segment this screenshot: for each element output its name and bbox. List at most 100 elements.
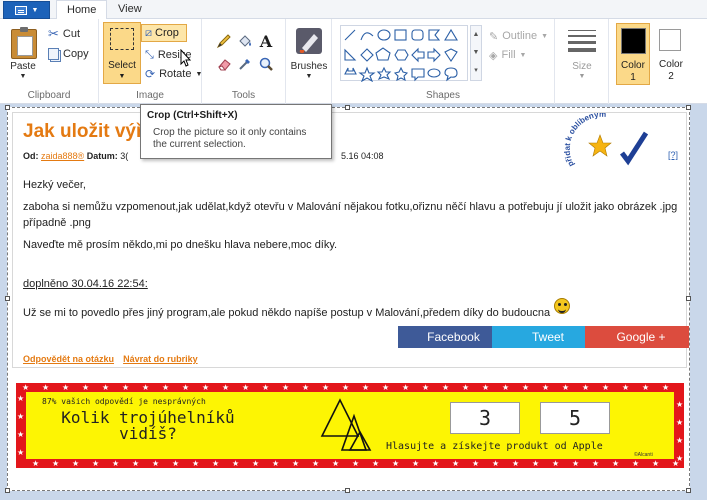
shapes-gallery-icons — [344, 28, 458, 82]
banner-star: ★ — [242, 383, 250, 392]
select-marquee-icon — [110, 28, 134, 50]
banner-star: ★ — [532, 459, 540, 468]
ribbon: Paste ▼ ✂ Cut Copy Clipboard Image Selec… — [0, 19, 707, 104]
banner-star: ★ — [262, 383, 270, 392]
canvas-resize-handle-left[interactable] — [5, 296, 10, 301]
size-group: Size ▼ — [555, 19, 609, 104]
post-meta: Od: zaida888® Datum: 3( — [23, 151, 128, 161]
outline-button[interactable]: ✎ Outline ▼ — [489, 27, 548, 45]
canvas-resize-handle-br[interactable] — [686, 488, 691, 493]
banner-star: ★ — [676, 454, 684, 463]
ad-answer-3: 3 — [450, 402, 520, 434]
banner-star: ★ — [232, 459, 240, 468]
paste-button[interactable]: Paste ▼ — [3, 23, 43, 83]
text-tool-icon[interactable]: A — [256, 31, 276, 51]
banner-star: ★ — [17, 448, 25, 457]
banner-star: ★ — [542, 383, 550, 392]
magnifier-icon[interactable] — [256, 54, 276, 74]
image-canvas[interactable]: Jak uložit výř Od: zaida888® Datum: 3( 5… — [7, 107, 690, 491]
banner-star: ★ — [62, 383, 70, 392]
banner-star: ★ — [17, 394, 25, 403]
copy-label: Copy — [63, 48, 89, 60]
banner-star: ★ — [612, 459, 620, 468]
favorite-badge: přidat k oblíbeným — [563, 113, 649, 168]
canvas-resize-handle-tl[interactable] — [5, 105, 10, 110]
star-icon — [588, 134, 612, 157]
greeting-text: Hezký večer, — [23, 179, 86, 191]
banner-star: ★ — [17, 412, 25, 421]
ad-banner-inner: 87% vašich odpovědí je nesprávných Kolik… — [26, 392, 674, 459]
tab-home[interactable]: Home — [56, 0, 108, 20]
copy-button[interactable]: Copy — [48, 45, 89, 63]
banner-star: ★ — [102, 383, 110, 392]
chevron-down-icon: ▼ — [578, 73, 586, 80]
banner-star: ★ — [272, 459, 280, 468]
fill-button[interactable]: ◈ Fill ▼ — [489, 46, 526, 64]
clipboard-group-label: Clipboard — [27, 90, 71, 101]
banner-star: ★ — [382, 383, 390, 392]
banner-star: ★ — [442, 383, 450, 392]
canvas-resize-handle-bottom[interactable] — [345, 488, 350, 493]
banner-star: ★ — [492, 459, 500, 468]
ad-answer-5: 5 — [540, 402, 610, 434]
canvas-resize-handle-top[interactable] — [345, 105, 350, 110]
canvas-resize-handle-bl[interactable] — [5, 488, 10, 493]
shapes-gallery-scroll[interactable]: ▲ ▼ ▾ — [470, 25, 482, 81]
ribbon-tab-bar: ▼ Home View — [0, 0, 707, 20]
crop-tooltip: Crop (Ctrl+Shift+X) Crop the picture so … — [140, 104, 332, 159]
chevron-down-icon: ▼ — [305, 73, 313, 80]
eraser-icon[interactable] — [214, 54, 234, 74]
ad-banner: ★ ★ ★ ★ ★ ★ ★ ★ ★ ★ ★ ★ ★ ★ ★ ★ ★ ★ ★ ★ ★ ★ ★ ★ ★ ★ ★ ★ ★ ★ ★ ★ ★ ★ ★ ★ ★ ★ ★ ★… — [16, 383, 684, 468]
crop-button[interactable]: ⧄ Crop — [141, 24, 187, 42]
color-2-button[interactable]: Color 2 — [655, 23, 687, 85]
brushes-button[interactable]: Brushes ▼ — [289, 23, 329, 83]
banner-star: ★ — [202, 383, 210, 392]
chevron-down-icon: ▼ — [19, 73, 27, 80]
pencil-icon[interactable] — [214, 31, 234, 51]
tab-view[interactable]: View — [108, 0, 152, 19]
banner-star: ★ — [676, 436, 684, 445]
banner-star: ★ — [162, 383, 170, 392]
color-2-label: Color — [659, 59, 683, 70]
banner-star: ★ — [322, 383, 330, 392]
canvas-resize-handle-tr[interactable] — [686, 105, 691, 110]
banner-star: ★ — [372, 459, 380, 468]
tooltip-description: Crop the picture so it only contains the… — [147, 127, 325, 151]
banner-star: ★ — [222, 383, 230, 392]
mouse-cursor-icon — [180, 49, 192, 67]
shapes-gallery[interactable] — [340, 25, 468, 82]
color-1-number: 1 — [630, 72, 636, 83]
select-button[interactable]: Select ▼ — [103, 22, 141, 84]
scissors-icon: ✂ — [48, 26, 59, 41]
banner-star: ★ — [472, 459, 480, 468]
cut-label: Cut — [62, 28, 81, 40]
banner-star: ★ — [52, 459, 60, 468]
size-label: Size — [572, 61, 592, 72]
banner-star: ★ — [582, 383, 590, 392]
banner-star: ★ — [592, 459, 600, 468]
canvas-resize-handle-right[interactable] — [686, 296, 691, 301]
tools-group-label: Tools — [231, 90, 256, 101]
tooltip-title: Crop (Ctrl+Shift+X) — [147, 110, 238, 121]
banner-star: ★ — [42, 383, 50, 392]
meta-date-end: 5.16 04:08 — [341, 151, 384, 161]
cut-button[interactable]: ✂ Cut — [48, 25, 80, 43]
file-menu-button[interactable]: ▼ — [3, 1, 50, 19]
meta-user-link: zaida888® — [41, 151, 85, 161]
rotate-button[interactable]: ⟳ Rotate ▼ — [145, 65, 202, 83]
ad-stat-text: 87% vašich odpovědí je nesprávných — [42, 397, 206, 406]
size-lines-icon — [568, 30, 596, 52]
chevron-down-icon: ▼ — [31, 6, 39, 14]
fill-bucket-icon[interactable] — [235, 31, 255, 51]
banner-star: ★ — [402, 383, 410, 392]
size-button[interactable]: Size ▼ — [562, 23, 602, 83]
color-picker-icon[interactable] — [235, 54, 255, 74]
banner-star: ★ — [312, 459, 320, 468]
google-share-button: Google + — [585, 326, 689, 348]
banner-star: ★ — [17, 430, 25, 439]
rotate-icon: ⟳ — [145, 67, 156, 81]
meta-date-start: 3( — [120, 151, 129, 161]
color-1-button[interactable]: Color 1 — [616, 23, 650, 85]
checkmark-icon — [620, 131, 649, 166]
shapes-group-label: Shapes — [426, 90, 460, 101]
